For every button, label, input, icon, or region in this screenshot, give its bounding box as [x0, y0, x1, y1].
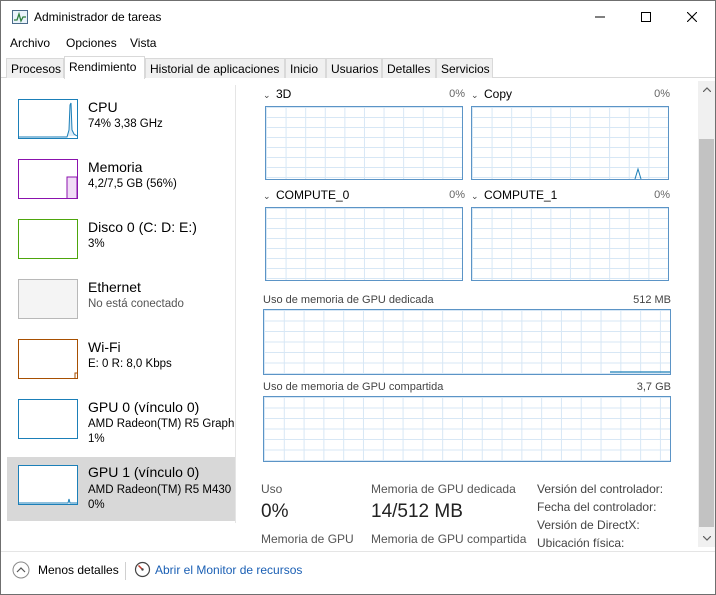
minimize-button[interactable] — [577, 1, 623, 33]
collapse-circle-icon[interactable] — [12, 561, 30, 579]
gpu-memory-label: Memoria de GPU — [261, 532, 354, 546]
graph-3d — [265, 106, 463, 180]
usage-label: Uso — [261, 482, 283, 496]
sidebar-item-sub: AMD Radeon(TM) R5 Graph — [88, 418, 235, 430]
menu-opciones[interactable]: Opciones — [66, 36, 117, 50]
disk-thumbnail — [18, 219, 78, 259]
task-manager-window: Administrador de tareas Archivo Opciones… — [0, 0, 716, 595]
title-bar: Administrador de tareas — [1, 1, 715, 33]
sidebar-item-label: GPU 0 (vínculo 0) — [88, 399, 200, 415]
tab-inicio[interactable]: Inicio — [285, 58, 326, 78]
graph-3d-percent: 0% — [449, 88, 465, 100]
maximize-button[interactable] — [623, 1, 669, 33]
driver-date-label: Fecha del controlador: — [537, 500, 657, 514]
performance-sidebar: CPU 74% 3,38 GHz Memoria 4,2/7,5 GB (56%… — [7, 85, 235, 523]
graph-compute1 — [471, 207, 669, 281]
cpu-thumbnail — [18, 99, 78, 139]
close-button[interactable] — [669, 1, 715, 33]
sidebar-item-sub: 4,2/7,5 GB (56%) — [88, 178, 177, 190]
dedicated-stat-value: 14/512 MB — [371, 501, 463, 522]
menu-bar: Archivo Opciones Vista — [1, 33, 715, 53]
physical-location-label: Ubicación física: — [537, 536, 625, 547]
sidebar-item-sub: AMD Radeon(TM) R5 M430 — [88, 484, 232, 496]
tab-rendimiento[interactable]: Rendimiento — [64, 56, 145, 79]
graph-copy — [471, 106, 669, 180]
close-icon — [687, 12, 697, 22]
directx-version-label: Versión de DirectX: — [537, 518, 640, 532]
chevron-down-icon: ⌄ — [471, 191, 479, 201]
sidebar-item-sub: No está conectado — [88, 298, 184, 310]
sidebar-item-disco[interactable]: Disco 0 (C: D: E:) 3% — [7, 213, 235, 273]
maximize-icon — [641, 12, 651, 22]
sidebar-item-label: Disco 0 (C: D: E:) — [88, 219, 197, 235]
tab-procesos[interactable]: Procesos — [6, 58, 64, 78]
graph-copy-label[interactable]: ⌄ Copy — [471, 87, 512, 101]
sidebar-item-label: CPU — [88, 99, 118, 115]
task-manager-app-icon — [12, 10, 28, 24]
sidebar-item-sub2: 1% — [88, 433, 105, 445]
chevron-down-icon — [702, 536, 711, 541]
ethernet-thumbnail — [18, 279, 78, 319]
dedicated-memory-label: Uso de memoria de GPU dedicada — [263, 294, 434, 306]
sidebar-item-gpu1[interactable]: GPU 1 (vínculo 0) AMD Radeon(TM) R5 M430… — [7, 457, 235, 521]
gpu-detail-panel: ⌄ 3D 0% ⌄ Copy 0% ⌄ COMPUTE_0 0% ⌄ COMPUTE_1… — [245, 81, 697, 547]
graph-compute1-label[interactable]: ⌄ COMPUTE_1 — [471, 188, 557, 202]
tab-detalles[interactable]: Detalles — [382, 58, 436, 78]
graph-shared-memory — [263, 396, 671, 462]
footer-separator — [125, 562, 126, 580]
tab-historial[interactable]: Historial de aplicaciones — [145, 58, 285, 78]
sidebar-item-sub: 3% — [88, 238, 105, 250]
sidebar-item-label: Memoria — [88, 159, 143, 175]
chevron-down-icon: ⌄ — [263, 191, 271, 201]
scroll-down-button[interactable] — [698, 530, 715, 547]
shared-memory-label: Uso de memoria de GPU compartida — [263, 381, 444, 393]
sidebar-item-gpu0[interactable]: GPU 0 (vínculo 0) AMD Radeon(TM) R5 Grap… — [7, 393, 235, 453]
driver-version-label: Versión del controlador: — [537, 482, 664, 496]
sidebar-item-label: Ethernet — [88, 279, 141, 295]
graph-copy-percent: 0% — [654, 88, 670, 100]
menu-vista[interactable]: Vista — [130, 36, 156, 50]
shared-stat-label: Memoria de GPU compartida — [371, 532, 527, 546]
graph-compute0-percent: 0% — [449, 189, 465, 201]
graph-dedicated-memory — [263, 309, 671, 375]
usage-value: 0% — [261, 501, 289, 522]
graph-3d-label[interactable]: ⌄ 3D — [263, 87, 291, 101]
menu-archivo[interactable]: Archivo — [10, 36, 50, 50]
sidebar-item-cpu[interactable]: CPU 74% 3,38 GHz — [7, 93, 235, 153]
open-resource-monitor-link[interactable]: Abrir el Monitor de recursos — [155, 563, 302, 577]
minimize-icon — [595, 16, 605, 18]
sidebar-item-memoria[interactable]: Memoria 4,2/7,5 GB (56%) — [7, 153, 235, 213]
sidebar-item-sub: 74% 3,38 GHz — [88, 118, 163, 130]
tab-bar: Procesos Rendimiento Historial de aplica… — [1, 56, 715, 79]
scroll-thumb[interactable] — [699, 139, 714, 527]
gpu0-thumbnail — [18, 399, 78, 439]
chevron-down-icon: ⌄ — [471, 90, 479, 100]
vertical-scrollbar[interactable] — [698, 81, 715, 547]
graph-compute0-label[interactable]: ⌄ COMPUTE_0 — [263, 188, 349, 202]
window-title: Administrador de tareas — [34, 10, 162, 24]
less-details-button[interactable]: Menos detalles — [38, 563, 119, 577]
footer-bar: Menos detalles Abrir el Monitor de recur… — [1, 551, 715, 594]
tab-usuarios[interactable]: Usuarios — [326, 58, 382, 78]
dedicated-memory-max: 512 MB — [633, 294, 671, 306]
gpu1-thumbnail — [18, 465, 78, 505]
sidebar-item-sub2: 0% — [88, 499, 105, 511]
graph-compute0 — [265, 207, 463, 281]
memory-thumbnail — [18, 159, 78, 199]
sidebar-item-wifi[interactable]: Wi-Fi E: 0 R: 8,0 Kbps — [7, 333, 235, 393]
tab-servicios[interactable]: Servicios — [436, 58, 493, 78]
resource-monitor-icon — [134, 561, 151, 578]
shared-memory-max: 3,7 GB — [636, 381, 671, 393]
scroll-up-button[interactable] — [698, 81, 715, 98]
sidebar-item-label: GPU 1 (vínculo 0) — [88, 464, 200, 480]
graph-compute1-percent: 0% — [654, 189, 670, 201]
sidebar-item-ethernet[interactable]: Ethernet No está conectado — [7, 273, 235, 333]
chevron-up-icon — [702, 87, 711, 92]
wifi-thumbnail — [18, 339, 78, 379]
sidebar-divider — [235, 85, 236, 523]
dedicated-stat-label: Memoria de GPU dedicada — [371, 482, 516, 496]
sidebar-item-sub: E: 0 R: 8,0 Kbps — [88, 358, 172, 370]
chevron-down-icon: ⌄ — [263, 90, 271, 100]
sidebar-item-label: Wi-Fi — [88, 339, 121, 355]
